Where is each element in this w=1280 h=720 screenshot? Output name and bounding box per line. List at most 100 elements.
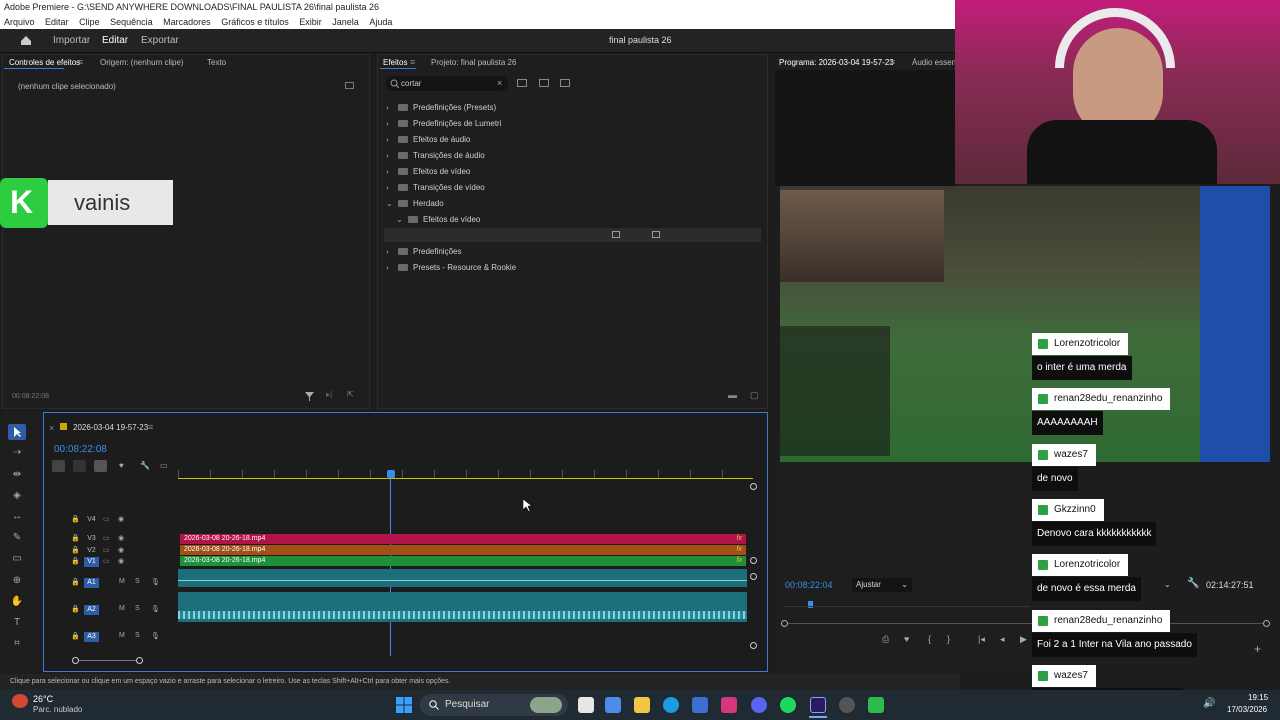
home-icon[interactable] — [20, 35, 32, 46]
export-icon[interactable]: ⇱ — [347, 390, 354, 399]
captions-icon[interactable]: ▭ — [160, 461, 168, 470]
kick-app-icon[interactable] — [868, 697, 884, 713]
step-back-icon[interactable]: ◂ — [1000, 634, 1005, 645]
eye-icon[interactable]: ◉ — [118, 557, 124, 565]
mute-button[interactable]: M — [119, 632, 125, 639]
marker-icon[interactable]: ♥ — [904, 634, 909, 644]
chevron-right-icon[interactable]: › — [386, 245, 398, 259]
go-to-in-icon[interactable]: |◂ — [978, 634, 985, 645]
lock-track-icon[interactable]: 🔒 — [71, 578, 80, 586]
menu-graficos[interactable]: Gráficos e títulos — [221, 17, 289, 27]
task-view-icon[interactable] — [578, 697, 594, 713]
tab-text[interactable]: Texto — [207, 58, 226, 67]
store-icon[interactable] — [692, 697, 708, 713]
spotify-icon[interactable] — [780, 697, 796, 713]
insert-nest-icon[interactable] — [52, 460, 65, 472]
lock-track-icon[interactable]: 🔒 — [71, 546, 80, 554]
timeline-zoom-bar[interactable] — [76, 660, 141, 661]
discord-icon[interactable] — [751, 697, 767, 713]
mute-button[interactable]: M — [119, 578, 125, 585]
eye-icon[interactable]: ◉ — [118, 546, 124, 554]
effects-tree-item[interactable]: › Presets - Resource & Rookie — [386, 261, 516, 275]
video-clip[interactable]: 2026-03-08 20-26-18.mp4 fx — [180, 556, 746, 566]
weather-temp[interactable]: 26°C — [33, 694, 53, 704]
effects-tree-item[interactable]: › Predefinições de Lumetri — [386, 117, 502, 131]
sequence-name[interactable]: 2026-03-04 19-57-23 — [73, 423, 148, 432]
tab-editar[interactable]: Editar — [102, 35, 128, 46]
solo-button[interactable]: S — [135, 578, 140, 585]
tab-efeitos[interactable]: Efeitos — [383, 58, 407, 67]
menu-janela[interactable]: Janela — [332, 17, 359, 27]
premiere-icon[interactable] — [810, 697, 826, 713]
snap-icon[interactable] — [73, 460, 86, 472]
clear-search-icon[interactable]: × — [497, 78, 502, 88]
work-area-bar[interactable] — [178, 478, 753, 479]
weather-icon[interactable] — [12, 694, 28, 708]
track-select-tool-icon[interactable]: ⇢ — [9, 447, 25, 461]
instagram-icon[interactable] — [721, 697, 737, 713]
play-icon[interactable]: ▶ — [1020, 634, 1027, 645]
obs-icon[interactable] — [839, 697, 855, 713]
effects-tree-item[interactable]: › Efeitos de vídeo — [386, 165, 470, 179]
menu-clipe[interactable]: Clipe — [79, 17, 100, 27]
tab-audio-essential[interactable]: Áudio essen — [912, 58, 956, 67]
new-bin-icon[interactable]: ▬ — [728, 390, 737, 400]
zoom-handle-right[interactable] — [1263, 620, 1270, 627]
zoom-handle-right[interactable] — [136, 657, 143, 664]
weather-desc[interactable]: Parc. nublado — [33, 705, 82, 714]
video-scroll-handle[interactable] — [750, 557, 757, 564]
tab-exportar[interactable]: Exportar — [141, 35, 179, 46]
tab-source[interactable]: Origem: (nenhum clipe) — [100, 58, 184, 67]
zoom-handle-left[interactable] — [72, 657, 79, 664]
sync-lock-icon[interactable]: ▭ — [103, 546, 110, 554]
menu-icon[interactable]: ≡ — [410, 57, 415, 67]
timeline-playhead-handle[interactable] — [387, 470, 395, 478]
solo-button[interactable]: S — [135, 605, 140, 612]
audio-scroll-handle-bottom[interactable] — [750, 642, 757, 649]
mark-in-icon[interactable]: { — [928, 634, 931, 644]
lock-track-icon[interactable]: 🔒 — [71, 515, 80, 523]
yuv-effects-icon[interactable] — [560, 79, 570, 87]
video-clip[interactable]: 2026-03-08 20-26-18.mp4 fx — [180, 545, 746, 555]
effects-tree-item[interactable]: ⌄ Efeitos de vídeo — [396, 213, 480, 227]
volume-icon[interactable]: 🔊 — [1203, 698, 1215, 709]
32bit-effects-icon[interactable] — [539, 79, 549, 87]
track-label-a1[interactable]: A1 — [84, 578, 99, 588]
lock-track-icon[interactable]: 🔒 — [71, 557, 80, 565]
track-label-a3[interactable]: A3 — [84, 632, 99, 642]
timeline-timecode[interactable]: 00:08:22:08 — [54, 444, 107, 455]
effects-tree-item[interactable]: › Transições de áudio — [386, 149, 485, 163]
accelerated-effects-icon[interactable] — [517, 79, 527, 87]
tab-importar[interactable]: Importar — [53, 35, 90, 46]
track-label-v2[interactable]: V2 — [84, 546, 99, 556]
menu-ajuda[interactable]: Ajuda — [369, 17, 392, 27]
audio-scroll-handle-top[interactable] — [750, 573, 757, 580]
mark-out-icon[interactable]: } — [947, 634, 950, 644]
add-button-icon[interactable]: + — [1254, 642, 1261, 656]
chevron-right-icon[interactable]: › — [386, 181, 398, 195]
lock-track-icon[interactable]: 🔒 — [71, 605, 80, 613]
tab-effect-controls[interactable]: Controles de efeitos — [9, 58, 80, 67]
effects-tree-item[interactable]: › Efeitos de áudio — [386, 133, 470, 147]
windows-start-icon[interactable] — [396, 697, 412, 713]
add-marker-icon[interactable]: ♥ — [119, 461, 124, 470]
eye-icon[interactable]: ◉ — [118, 534, 124, 542]
audio-clip-a1[interactable] — [178, 569, 747, 587]
lift-icon[interactable]: ⎙ — [882, 634, 889, 645]
copilot-icon[interactable] — [605, 697, 621, 713]
type-tool-icon[interactable]: T — [9, 617, 25, 631]
caption-tool-icon[interactable]: ⌗ — [9, 638, 25, 652]
filter-icon[interactable] — [305, 392, 314, 401]
pen-tool-icon[interactable]: ✎ — [9, 532, 25, 546]
chevron-right-icon[interactable]: › — [386, 165, 398, 179]
effects-search-input[interactable]: cortar × — [386, 76, 508, 91]
microphone-icon[interactable]: 🎙 — [151, 632, 160, 640]
menu-arquivo[interactable]: Arquivo — [4, 17, 35, 27]
menu-exibir[interactable]: Exibir — [299, 17, 322, 27]
tab-program[interactable]: Programa: 2026-03-04 19-57-23 — [779, 58, 894, 67]
menu-icon[interactable]: ≡ — [78, 57, 83, 67]
razor-tool-icon[interactable]: ◈ — [9, 490, 25, 504]
menu-sequencia[interactable]: Sequência — [110, 17, 153, 27]
mute-button[interactable]: M — [119, 605, 125, 612]
menu-icon[interactable]: ≡ — [148, 422, 153, 432]
